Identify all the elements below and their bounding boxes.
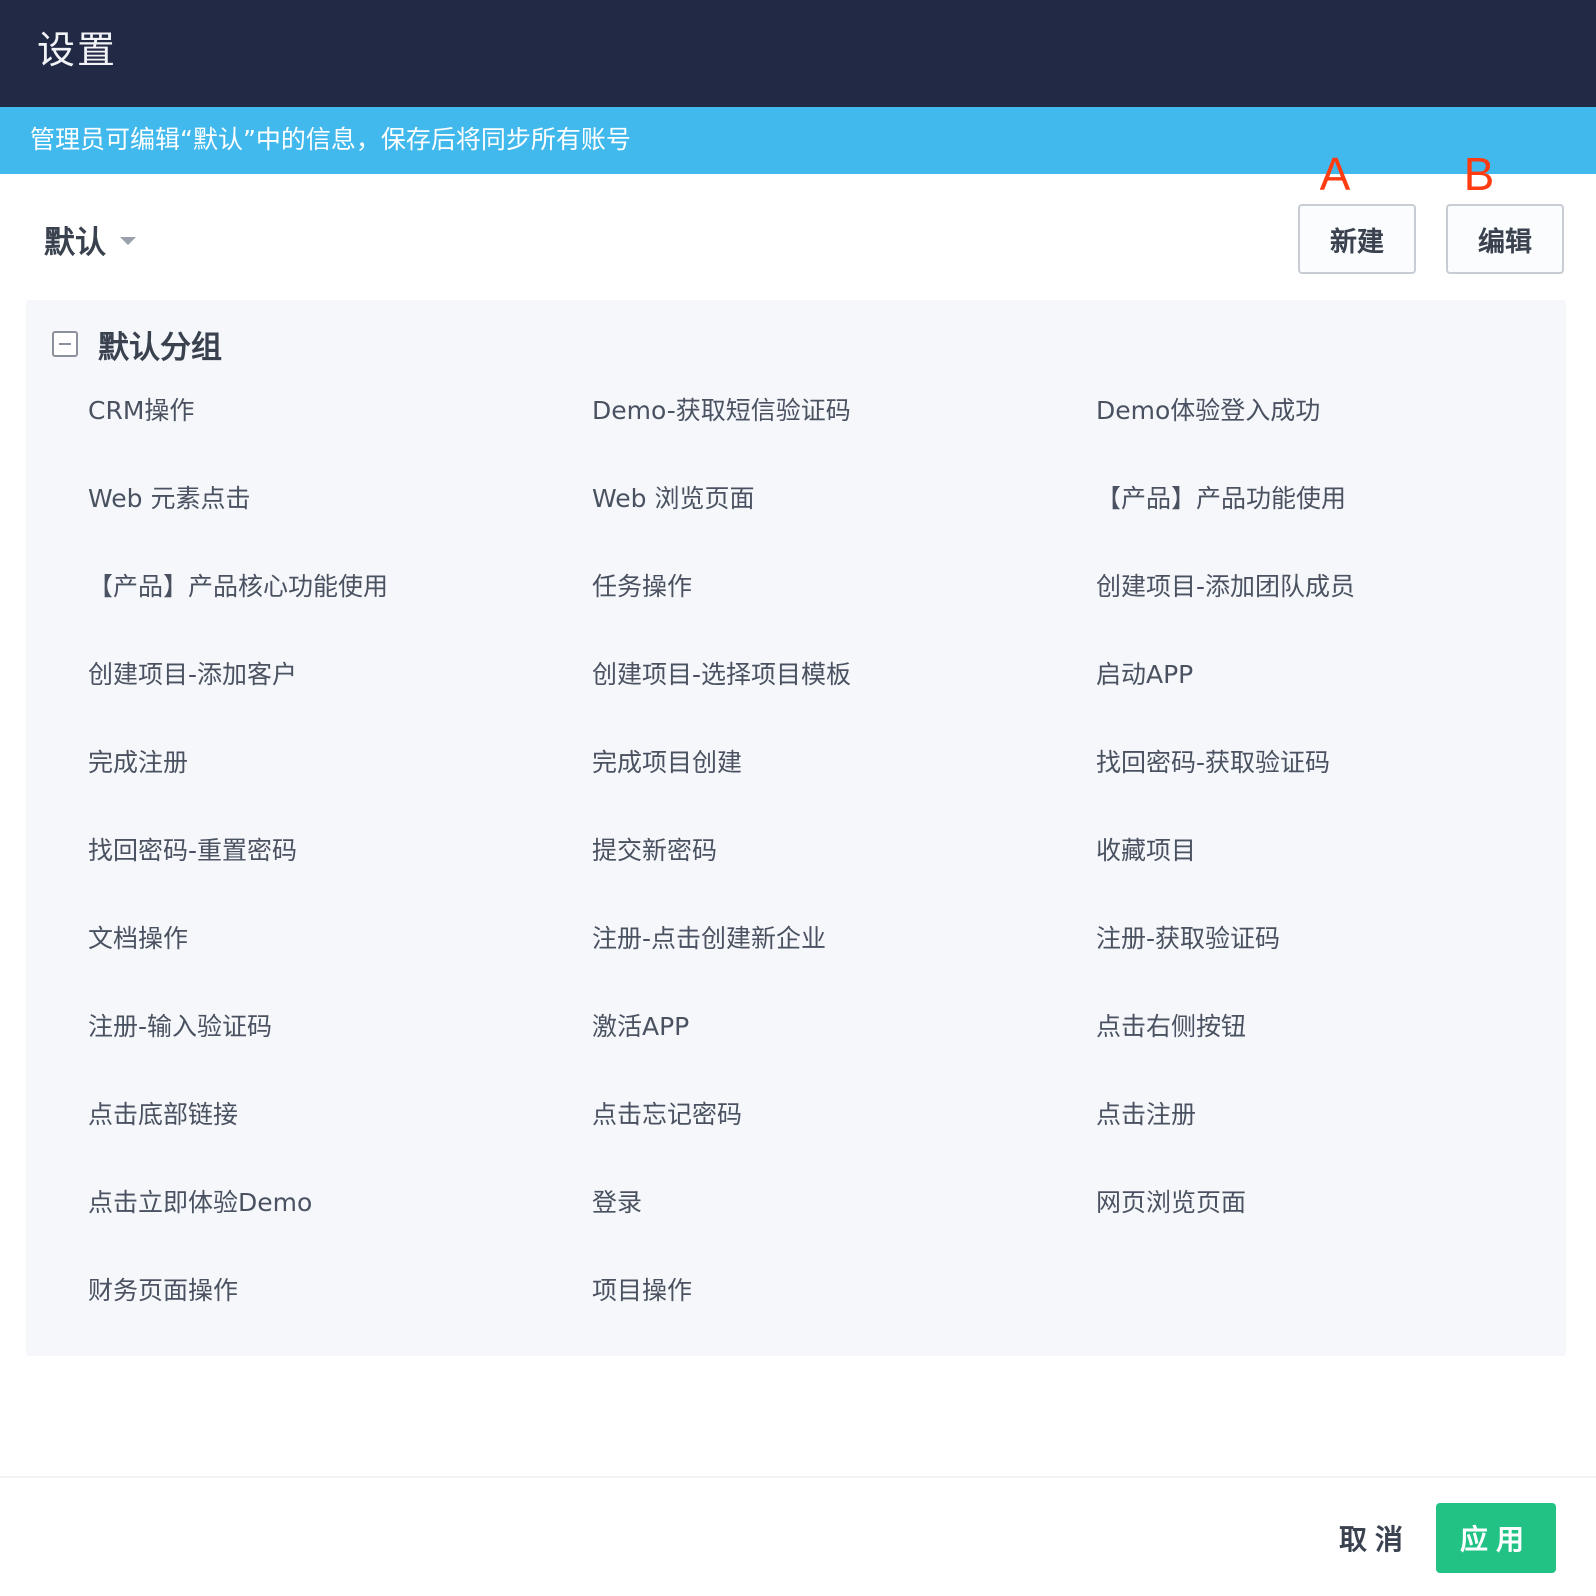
caret-down-icon [120, 237, 136, 245]
event-item[interactable]: 完成注册 [88, 732, 592, 820]
cancel-button[interactable]: 取消 [1330, 1503, 1420, 1573]
event-item[interactable]: Demo体验登入成功 [1096, 380, 1568, 468]
event-item[interactable]: CRM操作 [88, 380, 592, 468]
event-item[interactable]: 启动APP [1096, 644, 1568, 732]
event-item[interactable]: 【产品】产品功能使用 [1096, 468, 1568, 556]
event-item[interactable]: 【产品】产品核心功能使用 [88, 556, 592, 644]
event-item[interactable]: 登录 [592, 1172, 1096, 1260]
event-item[interactable]: 财务页面操作 [88, 1260, 592, 1348]
group-title: 默认分组 [98, 329, 222, 366]
event-item[interactable]: 收藏项目 [1096, 820, 1568, 908]
annotation-marker-b: B [1463, 148, 1495, 200]
footer-divider [0, 1476, 1596, 1478]
preset-dropdown[interactable]: 默认 [44, 214, 136, 264]
event-item[interactable]: 找回密码-重置密码 [88, 820, 592, 908]
apply-button[interactable]: 应用 [1436, 1503, 1556, 1573]
event-item[interactable]: 创建项目-选择项目模板 [592, 644, 1096, 732]
event-item[interactable]: 网页浏览页面 [1096, 1172, 1568, 1260]
event-item[interactable]: 项目操作 [592, 1260, 1096, 1348]
event-item[interactable]: 激活APP [592, 996, 1096, 1084]
event-item[interactable]: 创建项目-添加团队成员 [1096, 556, 1568, 644]
event-item[interactable]: 点击底部链接 [88, 1084, 592, 1172]
preset-dropdown-value: 默认 [44, 224, 106, 261]
event-item[interactable]: 创建项目-添加客户 [88, 644, 592, 732]
dialog-title: 设置 [37, 28, 118, 72]
event-item[interactable]: 点击忘记密码 [592, 1084, 1096, 1172]
event-item[interactable]: 点击注册 [1096, 1084, 1568, 1172]
event-item[interactable]: 文档操作 [88, 908, 592, 996]
event-item[interactable]: 注册-输入验证码 [88, 996, 592, 1084]
event-item[interactable]: Demo-获取短信验证码 [592, 380, 1096, 468]
event-group-panel: 默认分组 CRM操作 Demo-获取短信验证码 Demo体验登入成功 Web 元素点击… [26, 300, 1566, 1356]
event-item[interactable]: Web 元素点击 [88, 468, 592, 556]
notice-text: 管理员可编辑“默认”中的信息，保存后将同步所有账号 [30, 125, 631, 154]
event-item[interactable]: 提交新密码 [592, 820, 1096, 908]
dialog-titlebar: 设置 [0, 0, 1596, 107]
new-button[interactable]: 新建 [1298, 204, 1416, 274]
minus-square-icon[interactable] [52, 331, 78, 357]
event-item[interactable]: 任务操作 [592, 556, 1096, 644]
event-item[interactable]: 找回密码-获取验证码 [1096, 732, 1568, 820]
event-item[interactable]: 完成项目创建 [592, 732, 1096, 820]
event-item[interactable]: 点击右侧按钮 [1096, 996, 1568, 1084]
group-header: 默认分组 [52, 322, 222, 366]
annotation-marker-a: A [1319, 148, 1351, 200]
event-item[interactable]: 点击立即体验Demo [88, 1172, 592, 1260]
event-list: CRM操作 Demo-获取短信验证码 Demo体验登入成功 Web 元素点击 Web 浏… [88, 380, 1568, 1348]
edit-button[interactable]: 编辑 [1446, 204, 1564, 274]
event-item[interactable]: 注册-获取验证码 [1096, 908, 1568, 996]
event-item[interactable]: Web 浏览页面 [592, 468, 1096, 556]
event-item[interactable]: 注册-点击创建新企业 [592, 908, 1096, 996]
